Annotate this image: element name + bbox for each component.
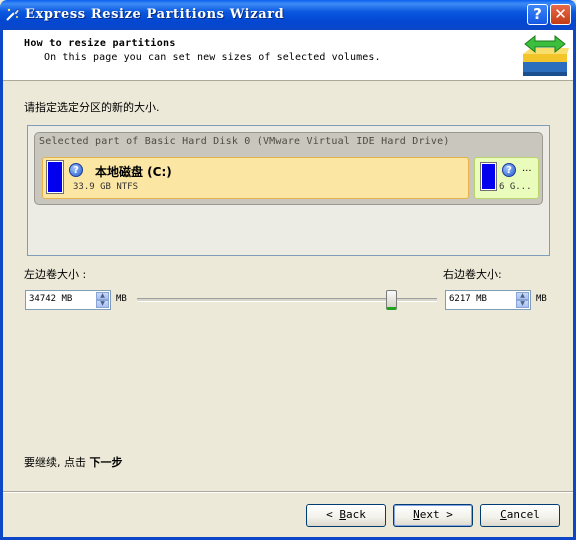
header-subtitle: On this page you can set new sizes of se… [44, 52, 381, 63]
continue-hint-action: 下一步 [89, 456, 123, 469]
wizard-app-icon [6, 8, 20, 21]
help-icon: ? [502, 163, 516, 177]
help-title-button[interactable]: ? [527, 4, 548, 25]
cancel-mnemonic: C [500, 508, 507, 521]
window-frame-left [0, 30, 3, 540]
wizard-window: Express Resize Partitions Wizard ? ✕ How… [0, 0, 576, 540]
left-spin-down-button[interactable]: ▼ [96, 300, 109, 308]
right-volume-size-value[interactable]: 6217 MB [449, 294, 487, 304]
disk-strip: Selected part of Basic Hard Disk 0 (VMwa… [34, 132, 543, 205]
continue-hint-prefix: 要继续, 点击 [24, 456, 90, 469]
right-unit-label: MB [536, 294, 547, 304]
partition-d-info: 6 G... [499, 182, 532, 192]
partition-d-name: ... [522, 163, 532, 174]
partition-d[interactable]: ? ... 6 G... [474, 157, 539, 199]
right-spinner-buttons: ▲ ▼ [516, 292, 529, 308]
next-button[interactable]: Next > [393, 504, 473, 527]
volume-usage-bar [47, 161, 63, 193]
cancel-label-rest: ancel [506, 508, 540, 521]
header-title: How to resize partitions [24, 38, 176, 49]
left-spin-up-button[interactable]: ▲ [96, 292, 109, 300]
left-volume-size-spinner[interactable]: 34742 MB ▲ ▼ [25, 290, 111, 310]
left-unit-label: MB [116, 294, 127, 304]
back-label-rest: ack [346, 508, 366, 521]
back-mnemonic: B [339, 508, 346, 521]
back-button[interactable]: < Back [306, 504, 386, 527]
next-label-rest: ext [419, 508, 440, 521]
close-title-button[interactable]: ✕ [550, 4, 571, 25]
right-spin-up-button[interactable]: ▲ [516, 292, 529, 300]
instruction-text: 请指定选定分区的新的大小. [24, 101, 160, 114]
partition-c-info: 33.9 GB NTFS [73, 182, 139, 192]
next-arrow: > [446, 508, 453, 521]
left-spinner-buttons: ▲ ▼ [96, 292, 109, 308]
partition-c-name: 本地磁盘 (C:) [95, 165, 172, 179]
footer-separator [3, 491, 573, 493]
left-volume-size-value[interactable]: 34742 MB [29, 294, 72, 304]
window-title: Express Resize Partitions Wizard [25, 7, 285, 22]
next-mnemonic: N [413, 508, 420, 521]
right-volume-size-label: 右边卷大小: [443, 268, 502, 281]
right-volume-size-spinner[interactable]: 6217 MB ▲ ▼ [445, 290, 531, 310]
resize-slider-thumb[interactable] [386, 290, 397, 310]
continue-hint: 要继续, 点击 下一步 [24, 454, 123, 470]
volume-usage-bar [481, 163, 496, 190]
disk-map-panel: Selected part of Basic Hard Disk 0 (VMwa… [27, 125, 550, 256]
disk-label: Selected part of Basic Hard Disk 0 (VMwa… [39, 136, 450, 147]
cancel-button[interactable]: Cancel [480, 504, 560, 527]
right-spin-down-button[interactable]: ▼ [516, 300, 529, 308]
title-bar[interactable]: Express Resize Partitions Wizard ? ✕ [0, 0, 576, 30]
resize-arrows-logo [523, 34, 569, 76]
wizard-header: How to resize partitions On this page yo… [3, 30, 573, 81]
left-volume-size-label: 左边卷大小 : [24, 268, 87, 281]
back-arrow: < [326, 508, 333, 521]
partition-c[interactable]: ? 本地磁盘 (C:) 33.9 GB NTFS [42, 157, 469, 199]
help-icon: ? [69, 163, 83, 177]
